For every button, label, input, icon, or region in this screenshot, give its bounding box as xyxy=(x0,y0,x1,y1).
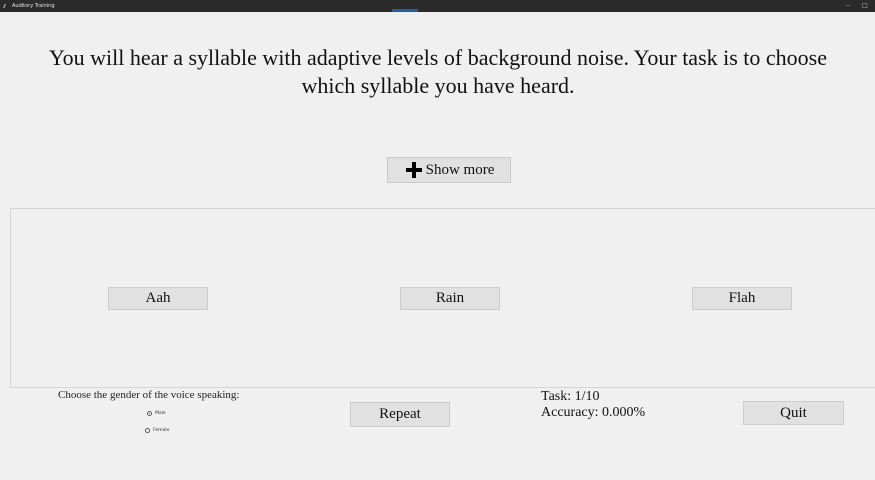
minimize-icon[interactable]: – xyxy=(844,0,852,12)
syllable-button-aah[interactable]: Aah xyxy=(108,287,208,310)
radio-male-label: Male xyxy=(155,411,166,416)
plus-icon xyxy=(404,160,424,180)
task-counter: Task: 1/10 xyxy=(541,389,600,404)
window-title: Auditory Training xyxy=(12,3,55,9)
taskbar-accent xyxy=(392,9,418,12)
instructions-text: You will hear a syllable with adaptive l… xyxy=(48,45,828,98)
radio-female-indicator[interactable] xyxy=(145,428,150,433)
gender-prompt: Choose the gender of the voice speaking: xyxy=(58,389,240,401)
app-feather-icon xyxy=(3,4,10,8)
accuracy-readout: Accuracy: 0.000% xyxy=(541,405,646,420)
radio-male-indicator[interactable] xyxy=(147,411,152,416)
show-more-button[interactable]: Show more xyxy=(387,157,511,183)
syllable-button-rain[interactable]: Rain xyxy=(400,287,500,310)
app-window: Auditory Training – □ You will hear a sy… xyxy=(0,0,875,480)
radio-male[interactable]: Male xyxy=(147,411,166,416)
status-block: Task: 1/10 Accuracy: 0.000% xyxy=(541,389,645,421)
repeat-button[interactable]: Repeat xyxy=(350,402,450,427)
title-wrap: Auditory Training xyxy=(3,0,55,12)
title-bar: Auditory Training – □ xyxy=(0,0,875,12)
quit-button[interactable]: Quit xyxy=(743,401,844,425)
radio-female[interactable]: Female xyxy=(145,428,169,433)
radio-female-label: Female xyxy=(153,428,170,433)
show-more-label: Show more xyxy=(425,161,495,178)
window-controls: – □ xyxy=(844,0,869,12)
maximize-icon[interactable]: □ xyxy=(861,0,869,12)
syllable-button-flah[interactable]: Flah xyxy=(692,287,792,310)
